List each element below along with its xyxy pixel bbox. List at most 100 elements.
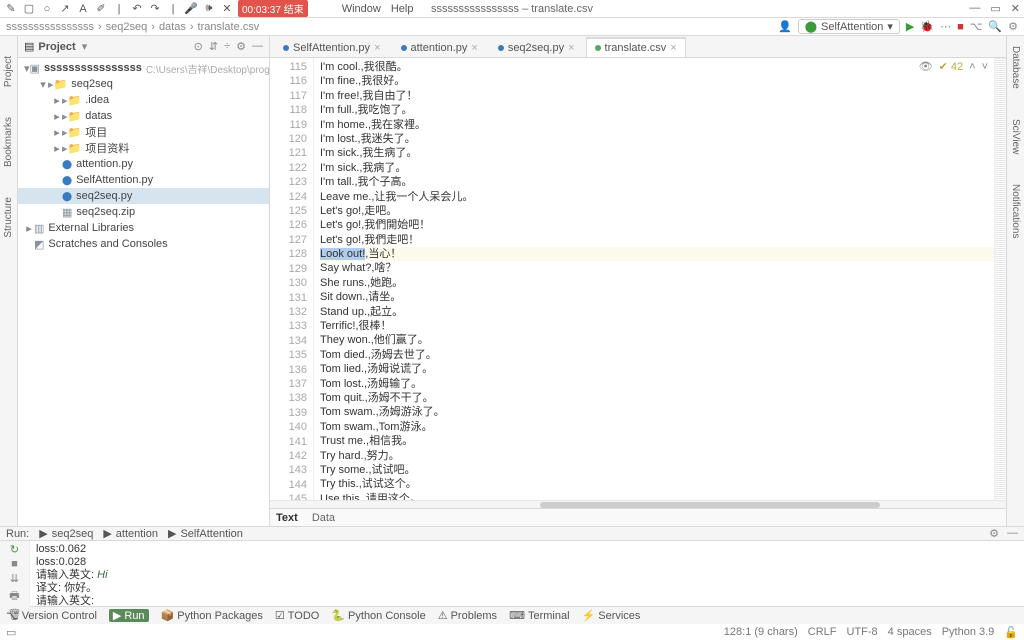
more-icon[interactable]: ⋯ — [940, 20, 951, 33]
tool-window-button[interactable]: 🐍 Python Console — [331, 609, 425, 622]
rail-sciview[interactable]: SciView — [1010, 119, 1021, 154]
gear-icon[interactable]: ⚙ — [1008, 20, 1018, 33]
close-tab-icon[interactable]: × — [471, 42, 477, 54]
close-icon[interactable]: ✕ — [1011, 2, 1020, 15]
user-icon[interactable]: 👤 — [778, 20, 792, 33]
rerun-icon[interactable]: ↻ — [10, 543, 19, 556]
run-icon[interactable]: ▶ — [906, 20, 914, 33]
tool-icon: ⚡ — [582, 609, 596, 622]
tool-window-button[interactable]: ⌨ Terminal — [509, 609, 569, 622]
maximize-icon[interactable]: ▭ — [990, 2, 1000, 15]
gear-icon[interactable]: ⚙ — [989, 527, 999, 540]
breadcrumb-part[interactable]: datas — [159, 21, 186, 33]
search-icon[interactable]: 🔍 — [988, 20, 1002, 33]
tree-root[interactable]: ▾▣ssssssssssssssssC:\Users\吉祥\Desktop\pr… — [18, 60, 269, 76]
run-tab[interactable]: ▶ attention — [103, 527, 158, 540]
breadcrumb-part[interactable]: seq2seq — [106, 21, 148, 33]
run-tab[interactable]: ▶ seq2seq — [39, 527, 93, 540]
inspection-widget[interactable]: 👁 ✔ 42 ˄ ˅ — [919, 60, 988, 73]
csv-tab-data[interactable]: Data — [312, 512, 335, 524]
tree-item[interactable]: ⬤SelfAttention.py — [18, 172, 269, 188]
breadcrumb-part[interactable]: ssssssssssssssss — [6, 21, 94, 33]
run-tab[interactable]: ▶ SelfAttention — [168, 527, 243, 540]
git-icon[interactable]: ⌥ — [970, 20, 983, 33]
tree-external-libraries[interactable]: ▸▥External Libraries — [18, 220, 269, 236]
readonly-icon[interactable]: 🔓 — [1004, 626, 1018, 639]
tool-window-button[interactable]: ⚠ Problems — [438, 609, 497, 622]
collapse-icon[interactable]: ÷ — [224, 40, 230, 53]
horizontal-scrollbar[interactable] — [270, 500, 1006, 508]
circle-icon[interactable]: ○ — [40, 2, 54, 16]
select-opened-icon[interactable]: ⊙ — [194, 40, 203, 53]
hide-icon[interactable]: — — [252, 40, 263, 53]
editor-content[interactable]: I'm cool.,我很酷。I'm fine.,我很好。I'm free!,我自… — [314, 58, 994, 500]
tool-window-button[interactable]: ▶ Run — [109, 609, 149, 622]
gear-icon[interactable]: ⚙ — [236, 40, 246, 53]
editor-tab[interactable]: seq2seq.py× — [489, 37, 584, 57]
tool-window-button[interactable]: ⌥ Version Control — [6, 609, 97, 622]
chevron-down-icon[interactable]: ˅ — [982, 61, 988, 73]
project-tool-window: ▤ Project ▾ ⊙ ⇵ ÷ ⚙ — ▾▣ssssssssssssssss… — [18, 36, 270, 526]
chevron-up-icon[interactable]: ˄ — [969, 61, 975, 73]
close-tab-icon[interactable]: × — [374, 42, 380, 54]
status-icon[interactable]: ▭ — [6, 626, 16, 639]
minimize-icon[interactable]: — — [969, 2, 980, 15]
csv-tab-text[interactable]: Text — [276, 512, 298, 524]
eye-icon[interactable]: 👁 — [919, 60, 933, 73]
text-icon[interactable]: A — [76, 2, 90, 16]
warning-count[interactable]: ✔ 42 — [939, 60, 964, 73]
rail-notifications[interactable]: Notifications — [1010, 184, 1021, 238]
highlight-icon[interactable]: ✐ — [94, 2, 108, 16]
tree-item[interactable]: ▸▸📁项目 — [18, 124, 269, 140]
debug-icon[interactable]: 🐞 — [920, 20, 934, 33]
pencil-icon[interactable]: ✎ — [4, 2, 18, 16]
close-tab-icon[interactable]: × — [568, 42, 574, 54]
tree-item[interactable]: ⬤seq2seq.py — [18, 188, 269, 204]
editor-tab[interactable]: translate.csv× — [586, 37, 686, 57]
expand-icon[interactable]: ⇵ — [209, 40, 218, 53]
redo-icon[interactable]: ↷ — [148, 2, 162, 16]
editor-tab[interactable]: SelfAttention.py× — [274, 37, 390, 57]
print-icon[interactable]: 🖶 — [9, 587, 19, 606]
cursor-position[interactable]: 128:1 (9 chars) — [724, 626, 798, 639]
speaker-icon[interactable]: 🕪 — [202, 2, 216, 16]
file-encoding[interactable]: UTF-8 — [847, 626, 878, 639]
close-rec-icon[interactable]: ✕ — [220, 2, 234, 16]
recording-badge[interactable]: 00:03:37 结束 — [238, 0, 308, 17]
minimap[interactable] — [994, 58, 1006, 500]
tree-item[interactable]: ▸▸📁项目资料 — [18, 140, 269, 156]
tree-item[interactable]: ▸▸📁.idea — [18, 92, 269, 108]
rail-structure[interactable]: Structure — [3, 197, 14, 238]
editor-tab[interactable]: attention.py× — [392, 37, 487, 57]
tool-window-button[interactable]: 📦 Python Packages — [161, 609, 263, 622]
arrow-icon[interactable]: ↗ — [58, 2, 72, 16]
tree-item[interactable]: ▸▸📁datas — [18, 108, 269, 124]
tool-window-button[interactable]: ☑ TODO — [275, 609, 319, 622]
tree-item[interactable]: ▾▸📁seq2seq — [18, 76, 269, 92]
mic-icon[interactable]: 🎤 — [184, 2, 198, 16]
line-separator[interactable]: CRLF — [808, 626, 837, 639]
tree-item[interactable]: ⬤attention.py — [18, 156, 269, 172]
indent-setting[interactable]: 4 spaces — [888, 626, 932, 639]
stop-icon[interactable]: ■ — [11, 558, 18, 570]
hide-icon[interactable]: — — [1007, 527, 1018, 540]
run-config-selector[interactable]: ⬤SelfAttention ▾ — [798, 19, 900, 34]
down-icon[interactable]: ⇊ — [10, 572, 19, 585]
rail-bookmarks[interactable]: Bookmarks — [3, 117, 14, 167]
stop-icon[interactable]: ■ — [957, 21, 964, 33]
tree-scratches[interactable]: ◩Scratches and Consoles — [18, 236, 269, 252]
rail-database[interactable]: Database — [1010, 46, 1021, 89]
close-tab-icon[interactable]: × — [670, 42, 676, 54]
menu-help[interactable]: Help — [391, 3, 414, 15]
tool-window-button[interactable]: ⚡ Services — [582, 609, 641, 622]
project-view-dropdown[interactable]: ▾ — [82, 40, 88, 53]
menu-window[interactable]: Window — [342, 3, 381, 15]
project-tree[interactable]: ▾▣ssssssssssssssssC:\Users\吉祥\Desktop\pr… — [18, 58, 269, 526]
breadcrumb-part[interactable]: translate.csv — [198, 21, 260, 33]
square-icon[interactable]: ▢ — [22, 2, 36, 16]
interpreter[interactable]: Python 3.9 — [942, 626, 995, 639]
rail-project[interactable]: Project — [3, 56, 14, 87]
editor-gutter[interactable]: 1151161171181191201211221231241251261271… — [270, 58, 314, 500]
undo-icon[interactable]: ↶ — [130, 2, 144, 16]
tree-item[interactable]: ▦seq2seq.zip — [18, 204, 269, 220]
